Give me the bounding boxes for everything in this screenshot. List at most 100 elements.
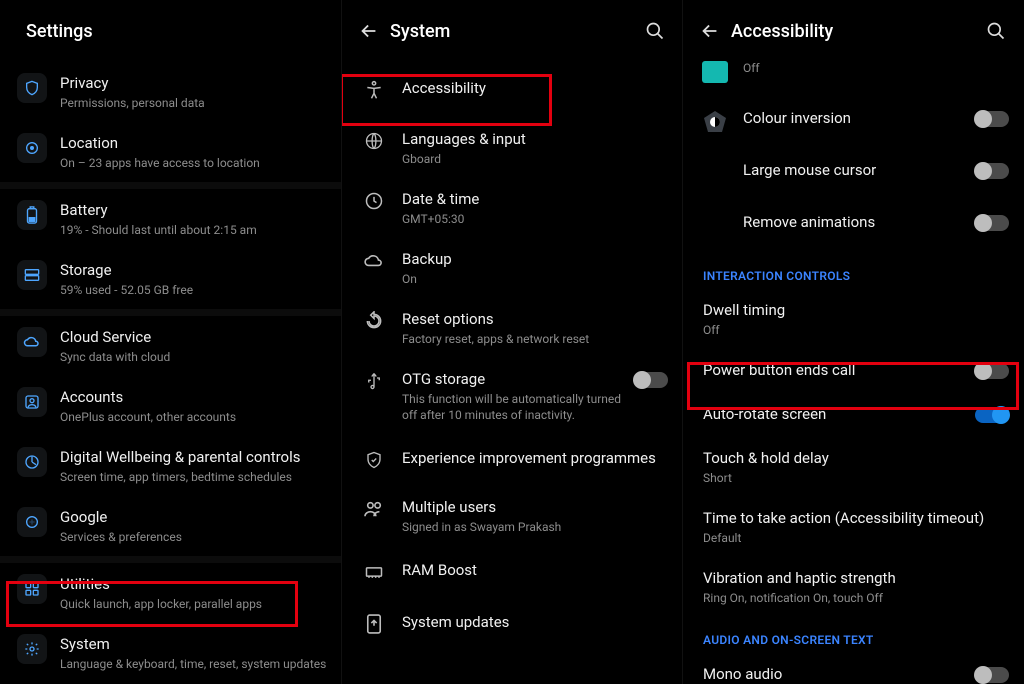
a11y-item-partial-top[interactable]: Off <box>683 58 1023 97</box>
panel-settings: Settings Privacy Permissions, personal d… <box>0 0 341 684</box>
system-item-date-time[interactable]: Date & time GMT+05:30 <box>342 178 682 238</box>
a11y-item-large-cursor[interactable]: Large mouse cursor <box>683 149 1023 201</box>
system-item-multiple-users[interactable]: Multiple users Signed in as Swayam Praka… <box>342 486 682 546</box>
system-item-sub: GMT+05:30 <box>402 211 668 227</box>
settings-item-system[interactable]: System Language & keyboard, time, reset,… <box>0 623 341 683</box>
system-item-sub: This function will be automatically turn… <box>402 391 626 423</box>
settings-item-digital-wellbeing[interactable]: Digital Wellbeing & parental controls Sc… <box>0 436 341 496</box>
a11y-item-dwell-timing[interactable]: Dwell timing Off <box>683 289 1023 349</box>
a11y-item-time-to-action[interactable]: Time to take action (Accessibility timeo… <box>683 497 1023 557</box>
settings-item-sub: Language & keyboard, time, reset, system… <box>60 656 327 672</box>
a11y-item-label: Power button ends call <box>703 360 967 380</box>
users-icon <box>362 497 386 521</box>
a11y-item-label: Colour inversion <box>743 108 967 128</box>
a11y-item-remove-animations[interactable]: Remove animations <box>683 201 1023 253</box>
system-item-accessibility[interactable]: Accessibility <box>342 62 682 118</box>
a11y-item-sub: Ring On, notification On, touch Off <box>703 590 1009 606</box>
a11y-item-power-end-call[interactable]: Power button ends call <box>683 349 1023 393</box>
system-item-reset[interactable]: Reset options Factory reset, apps & netw… <box>342 298 682 358</box>
ram-icon <box>362 560 386 584</box>
cloud-icon <box>362 249 386 273</box>
settings-item-accounts[interactable]: Accounts OnePlus account, other accounts <box>0 376 341 436</box>
auto-rotate-toggle[interactable] <box>975 407 1009 423</box>
settings-item-cloud-service[interactable]: Cloud Service Sync data with cloud <box>0 316 341 376</box>
a11y-item-label: Mono audio <box>703 664 967 684</box>
system-item-label: Reset options <box>402 309 668 329</box>
a11y-item-colour-inversion[interactable]: Colour inversion <box>683 97 1023 149</box>
usb-icon <box>362 369 386 393</box>
power-end-call-toggle[interactable] <box>975 363 1009 379</box>
header-accessibility: Accessibility <box>683 0 1023 62</box>
gear-icon <box>17 634 47 664</box>
section-header-audio: AUDIO AND ON-SCREEN TEXT <box>683 617 1023 653</box>
page-title: Settings <box>26 21 93 42</box>
system-item-sub: On <box>402 271 668 287</box>
system-item-backup[interactable]: Backup On <box>342 238 682 298</box>
settings-item-label: Digital Wellbeing & parental controls <box>60 447 327 467</box>
settings-item-sub: Quick launch, app locker, parallel apps <box>60 596 327 612</box>
system-item-experience[interactable]: Experience improvement programmes <box>342 434 682 486</box>
settings-item-storage[interactable]: Storage 59% used - 52.05 GB free <box>0 249 341 309</box>
search-button[interactable] <box>983 18 1009 44</box>
system-item-label: RAM Boost <box>402 560 668 580</box>
system-item-label: Multiple users <box>402 497 668 517</box>
large-cursor-toggle[interactable] <box>975 163 1009 179</box>
settings-item-sub: 59% used - 52.05 GB free <box>60 282 327 298</box>
system-item-label: Backup <box>402 249 668 269</box>
battery-icon <box>17 200 47 230</box>
settings-item-google[interactable]: Google Services & preferences <box>0 496 341 556</box>
section-header-interaction: INTERACTION CONTROLS <box>683 253 1023 289</box>
page-title: System <box>390 21 450 42</box>
colour-inversion-toggle[interactable] <box>975 111 1009 127</box>
a11y-item-label: Remove animations <box>743 212 967 232</box>
a11y-item-label: Auto-rotate screen <box>703 404 967 424</box>
page-title: Accessibility <box>731 21 833 42</box>
system-item-label: Experience improvement programmes <box>402 448 668 468</box>
settings-item-label: Accounts <box>60 387 327 407</box>
shield-icon <box>17 73 47 103</box>
cloud-icon <box>17 327 47 357</box>
storage-icon <box>17 260 47 290</box>
system-item-label: OTG storage <box>402 369 626 389</box>
a11y-item-sub: Default <box>703 530 1009 546</box>
google-icon <box>17 507 47 537</box>
phone-update-icon <box>362 612 386 636</box>
settings-item-utilities[interactable]: Utilities Quick launch, app locker, para… <box>0 563 341 623</box>
a11y-item-label: Touch & hold delay <box>703 448 1009 468</box>
system-item-updates[interactable]: System updates <box>342 598 682 650</box>
settings-item-label: Battery <box>60 200 327 220</box>
a11y-item-label: Time to take action (Accessibility timeo… <box>703 508 1009 528</box>
a11y-item-mono-audio[interactable]: Mono audio Combine channels when playing… <box>683 653 1023 684</box>
back-button[interactable] <box>697 18 723 44</box>
otg-toggle[interactable] <box>634 372 668 388</box>
system-item-sub: Gboard <box>402 151 668 167</box>
app-icon-teal <box>701 58 729 86</box>
search-button[interactable] <box>642 18 668 44</box>
clock-icon <box>362 189 386 213</box>
system-item-label: Languages & input <box>402 129 668 149</box>
group-divider <box>0 556 341 563</box>
settings-item-sub: Services & preferences <box>60 529 327 545</box>
settings-item-privacy[interactable]: Privacy Permissions, personal data <box>0 62 341 122</box>
settings-item-location[interactable]: Location On – 23 apps have access to loc… <box>0 122 341 182</box>
settings-item-label: Privacy <box>60 73 327 93</box>
back-button[interactable] <box>356 18 382 44</box>
a11y-item-auto-rotate[interactable]: Auto-rotate screen <box>683 393 1023 437</box>
a11y-item-sub: Off <box>703 322 1009 338</box>
system-item-label: Date & time <box>402 189 668 209</box>
system-item-languages[interactable]: Languages & input Gboard <box>342 118 682 178</box>
a11y-item-label: Vibration and haptic strength <box>703 568 1009 588</box>
settings-item-battery[interactable]: Battery 19% - Should last until about 2:… <box>0 189 341 249</box>
a11y-item-touch-hold-delay[interactable]: Touch & hold delay Short <box>683 437 1023 497</box>
settings-item-label: Utilities <box>60 574 327 594</box>
remove-animations-toggle[interactable] <box>975 215 1009 231</box>
settings-item-label: System <box>60 634 327 654</box>
accessibility-icon <box>362 78 386 102</box>
system-item-ram-boost[interactable]: RAM Boost <box>342 546 682 598</box>
mono-audio-toggle[interactable] <box>975 667 1009 683</box>
header-settings: Settings <box>0 0 341 62</box>
settings-item-sub: OnePlus account, other accounts <box>60 409 327 425</box>
group-divider <box>0 182 341 189</box>
a11y-item-vibration[interactable]: Vibration and haptic strength Ring On, n… <box>683 557 1023 617</box>
system-item-otg[interactable]: OTG storage This function will be automa… <box>342 358 682 434</box>
